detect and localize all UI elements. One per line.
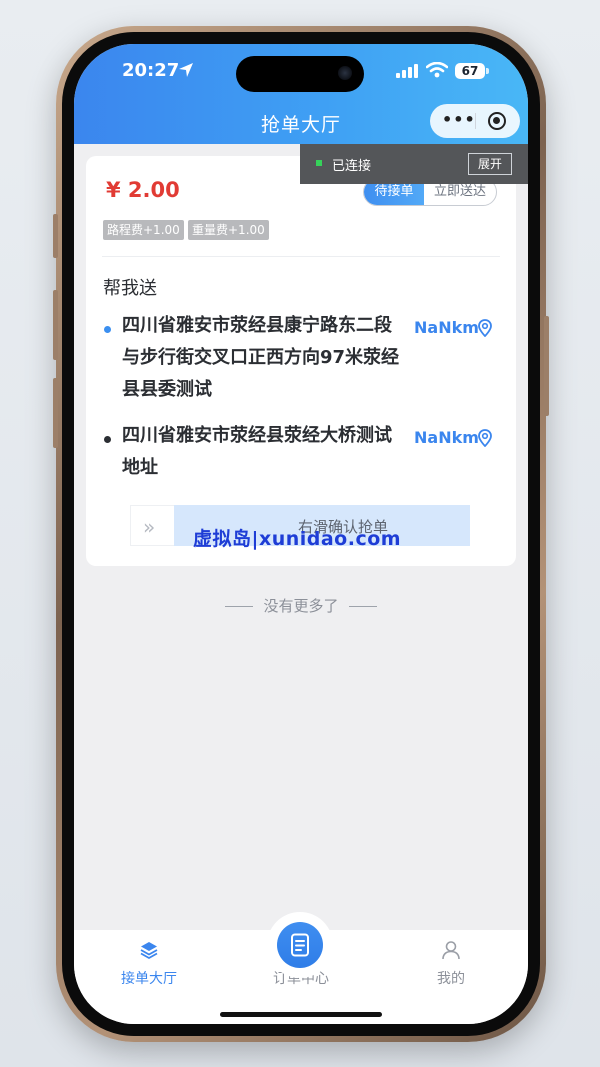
phone-screen: 20:27 67 抢单大厅 ••• ¥ 2.00 待接单 立即送达 路程费+1.… (74, 44, 528, 1024)
phone-volume-up-button (53, 290, 58, 360)
list-end-message: 没有更多了 (74, 595, 528, 616)
distance-fee-tag: 路程费+1.00 (103, 220, 184, 240)
dropoff-address: 四川省雅安市荥经县荥经大桥测试地址 (122, 425, 392, 478)
document-icon (291, 933, 309, 957)
tab-order-hall[interactable]: 接单大厅 (74, 930, 224, 1024)
phone-power-button (544, 316, 549, 416)
service-type-title: 帮我送 (103, 278, 157, 299)
connection-status-text: 已连接 (332, 159, 372, 174)
layers-icon (140, 942, 158, 959)
watermark-text: 虚拟岛|xunidao.com (193, 528, 402, 550)
location-pin-icon[interactable] (478, 319, 492, 337)
battery-tip (486, 68, 489, 74)
tab-mine[interactable]: 我的 (376, 930, 526, 1024)
order-center-button[interactable] (277, 922, 323, 968)
connected-indicator-icon (316, 160, 322, 166)
connection-status-bar: 已连接 展开 (300, 144, 528, 184)
tab-mine-label: 我的 (437, 971, 465, 987)
more-dots-icon[interactable]: ••• (442, 112, 476, 128)
order-card[interactable]: ¥ 2.00 待接单 立即送达 路程费+1.00 重量费+1.00 帮我送 四川… (86, 156, 516, 566)
status-time: 20:27 (122, 60, 180, 81)
camera-icon (338, 66, 352, 80)
app-header: 20:27 67 抢单大厅 ••• (74, 44, 528, 144)
pickup-distance: NaNkm (414, 318, 479, 337)
wifi-icon (426, 62, 448, 78)
weight-fee-tag: 重量费+1.00 (188, 220, 269, 240)
signal-icon (396, 64, 418, 78)
slider-handle[interactable]: » (130, 505, 174, 546)
location-pin-icon[interactable] (478, 429, 492, 447)
dropoff-dot (104, 436, 111, 443)
pickup-address: 四川省雅安市荥经县康宁路东二段与步行街交叉口正西方向97米荥经县县委测试 (122, 315, 400, 400)
phone-volume-down-button (53, 378, 58, 448)
home-indicator[interactable] (220, 1012, 382, 1017)
list-end-line-right (348, 606, 377, 607)
dropoff-distance: NaNkm (414, 428, 479, 447)
pickup-dot (104, 326, 111, 333)
capsule-divider (475, 113, 476, 129)
expand-button[interactable]: 展开 (468, 153, 512, 175)
phone-action-button (53, 214, 58, 258)
card-divider (102, 256, 500, 257)
user-icon (442, 941, 460, 960)
tab-order-hall-label: 接单大厅 (121, 971, 177, 987)
double-chevron-right-icon: » (143, 515, 156, 539)
battery-icon: 67 (455, 63, 485, 79)
miniprogram-capsule: ••• (430, 104, 520, 138)
list-end-line-left (225, 606, 254, 607)
close-target-icon[interactable] (488, 112, 506, 130)
list-end-text: 没有更多了 (263, 597, 339, 615)
location-arrow-icon (179, 63, 193, 77)
order-price: ¥ 2.00 (106, 178, 180, 202)
